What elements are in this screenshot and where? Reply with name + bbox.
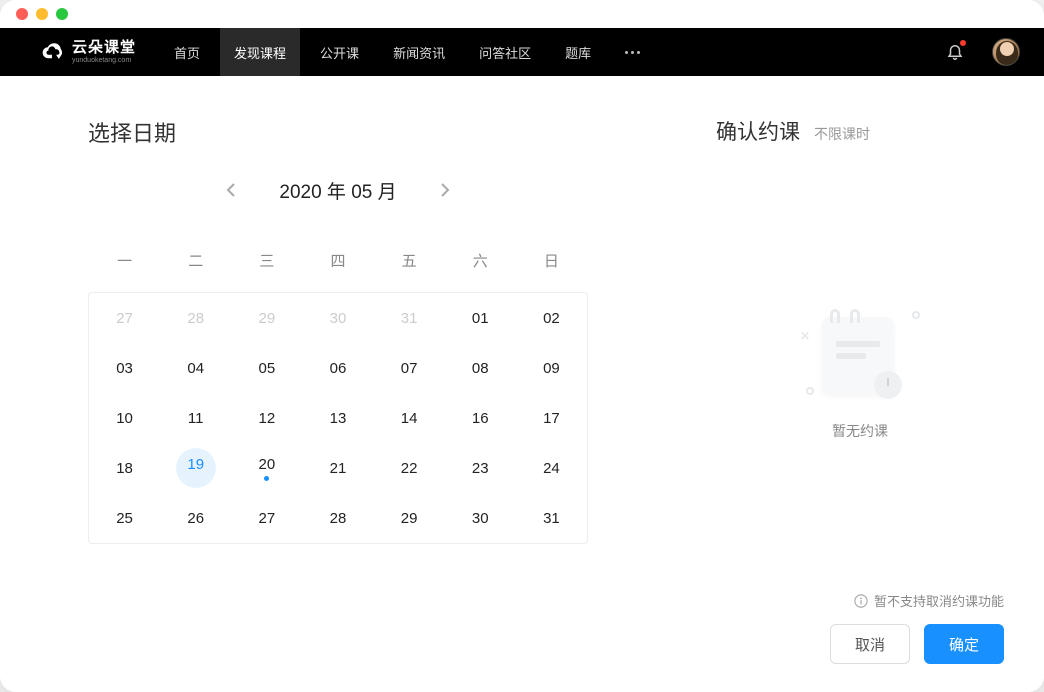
calendar-day[interactable]: 08 bbox=[445, 343, 516, 393]
calendar-day[interactable]: 02 bbox=[516, 293, 587, 343]
notification-dot bbox=[960, 40, 966, 46]
app-window: 云朵课堂 yunduoketang.com 首页发现课程公开课新闻资讯问答社区题… bbox=[0, 0, 1044, 692]
nav-more-button[interactable] bbox=[611, 28, 654, 76]
prev-month-button[interactable] bbox=[217, 176, 245, 204]
calendar-day: 29 bbox=[231, 293, 302, 343]
calendar-day[interactable]: 31 bbox=[516, 493, 587, 543]
calendar-day[interactable]: 19 bbox=[160, 443, 231, 493]
window-zoom-button[interactable] bbox=[56, 8, 68, 20]
date-picker-title: 选择日期 bbox=[88, 116, 648, 148]
confirm-button[interactable]: 确定 bbox=[924, 624, 1004, 664]
calendar-day[interactable]: 27 bbox=[231, 493, 302, 543]
calendar-weekday: 五 bbox=[374, 229, 445, 291]
calendar-body: 2728293031010203040506070809101112131416… bbox=[88, 292, 588, 544]
nav-item-3[interactable]: 新闻资讯 bbox=[379, 28, 459, 76]
event-dot bbox=[264, 476, 269, 481]
calendar-day[interactable]: 11 bbox=[160, 393, 231, 443]
main-content: 选择日期 2020 年 05 月 一二三四五六日 272829303101020… bbox=[0, 76, 1044, 692]
action-buttons: 取消 确定 bbox=[716, 624, 1004, 664]
calendar-month-label: 2020 年 05 月 bbox=[279, 177, 396, 204]
calendar-weekday-row: 一二三四五六日 bbox=[88, 228, 588, 292]
empty-state: ✕ 暂无约课 bbox=[716, 154, 1004, 591]
calendar-day[interactable]: 25 bbox=[89, 493, 160, 543]
calendar-weekday: 日 bbox=[516, 229, 587, 291]
brand-logo[interactable]: 云朵课堂 yunduoketang.com bbox=[40, 40, 136, 64]
calendar-day[interactable]: 03 bbox=[89, 343, 160, 393]
calendar-day[interactable]: 23 bbox=[445, 443, 516, 493]
nav-item-0[interactable]: 首页 bbox=[160, 28, 214, 76]
footer-note-text: 暂不支持取消约课功能 bbox=[874, 591, 1004, 610]
nav-item-2[interactable]: 公开课 bbox=[306, 28, 373, 76]
calendar-day[interactable]: 07 bbox=[374, 343, 445, 393]
calendar-weekday: 六 bbox=[445, 229, 516, 291]
calendar-day: 31 bbox=[374, 293, 445, 343]
calendar-weekday: 三 bbox=[231, 229, 302, 291]
calendar-day[interactable]: 20 bbox=[231, 443, 302, 493]
window-close-button[interactable] bbox=[16, 8, 28, 20]
confirm-pane: 确认约课 不限课时 ✕ 暂无约课 bbox=[692, 76, 1044, 692]
user-avatar[interactable] bbox=[992, 38, 1020, 66]
empty-illustration: ✕ bbox=[800, 305, 920, 405]
calendar-day[interactable]: 29 bbox=[374, 493, 445, 543]
calendar-day[interactable]: 09 bbox=[516, 343, 587, 393]
chevron-left-icon bbox=[226, 182, 236, 198]
calendar-day[interactable]: 13 bbox=[302, 393, 373, 443]
calendar-weekday: 四 bbox=[302, 229, 373, 291]
event-dot bbox=[193, 476, 198, 481]
calendar-day[interactable]: 24 bbox=[516, 443, 587, 493]
calendar: 2020 年 05 月 一二三四五六日 27282930310102030405… bbox=[88, 176, 588, 544]
cloud-logo-icon bbox=[40, 41, 68, 63]
calendar-day[interactable]: 18 bbox=[89, 443, 160, 493]
calendar-day: 27 bbox=[89, 293, 160, 343]
brand-domain: yunduoketang.com bbox=[72, 57, 136, 64]
nav-item-5[interactable]: 题库 bbox=[551, 28, 605, 76]
cancel-button[interactable]: 取消 bbox=[830, 624, 910, 664]
info-icon bbox=[854, 594, 868, 608]
calendar-day[interactable]: 28 bbox=[302, 493, 373, 543]
next-month-button[interactable] bbox=[431, 176, 459, 204]
calendar-header: 2020 年 05 月 bbox=[88, 176, 588, 204]
window-minimize-button[interactable] bbox=[36, 8, 48, 20]
empty-text: 暂无约课 bbox=[832, 421, 888, 441]
calendar-day[interactable]: 04 bbox=[160, 343, 231, 393]
footer-note: 暂不支持取消约课功能 bbox=[716, 591, 1004, 610]
calendar-day[interactable]: 01 bbox=[445, 293, 516, 343]
calendar-day[interactable]: 22 bbox=[374, 443, 445, 493]
nav-item-4[interactable]: 问答社区 bbox=[465, 28, 545, 76]
brand-name: 云朵课堂 bbox=[72, 40, 136, 55]
calendar-day[interactable]: 16 bbox=[445, 393, 516, 443]
calendar-day[interactable]: 10 bbox=[89, 393, 160, 443]
calendar-weekday: 一 bbox=[89, 229, 160, 291]
calendar-day: 28 bbox=[160, 293, 231, 343]
calendar-day[interactable]: 14 bbox=[374, 393, 445, 443]
top-nav: 云朵课堂 yunduoketang.com 首页发现课程公开课新闻资讯问答社区题… bbox=[0, 28, 1044, 76]
calendar-day[interactable]: 30 bbox=[445, 493, 516, 543]
calendar-day[interactable]: 05 bbox=[231, 343, 302, 393]
date-picker-pane: 选择日期 2020 年 05 月 一二三四五六日 272829303101020… bbox=[0, 76, 692, 692]
confirm-title: 确认约课 bbox=[716, 116, 800, 146]
calendar-day[interactable]: 26 bbox=[160, 493, 231, 543]
calendar-weekday: 二 bbox=[160, 229, 231, 291]
confirm-subtitle: 不限课时 bbox=[814, 124, 870, 144]
calendar-day[interactable]: 12 bbox=[231, 393, 302, 443]
calendar-day: 30 bbox=[302, 293, 373, 343]
chevron-right-icon bbox=[440, 182, 450, 198]
nav-item-1[interactable]: 发现课程 bbox=[220, 28, 300, 76]
notifications-button[interactable] bbox=[946, 42, 964, 63]
calendar-day[interactable]: 21 bbox=[302, 443, 373, 493]
calendar-day[interactable]: 17 bbox=[516, 393, 587, 443]
window-titlebar bbox=[0, 0, 1044, 28]
calendar-day[interactable]: 06 bbox=[302, 343, 373, 393]
